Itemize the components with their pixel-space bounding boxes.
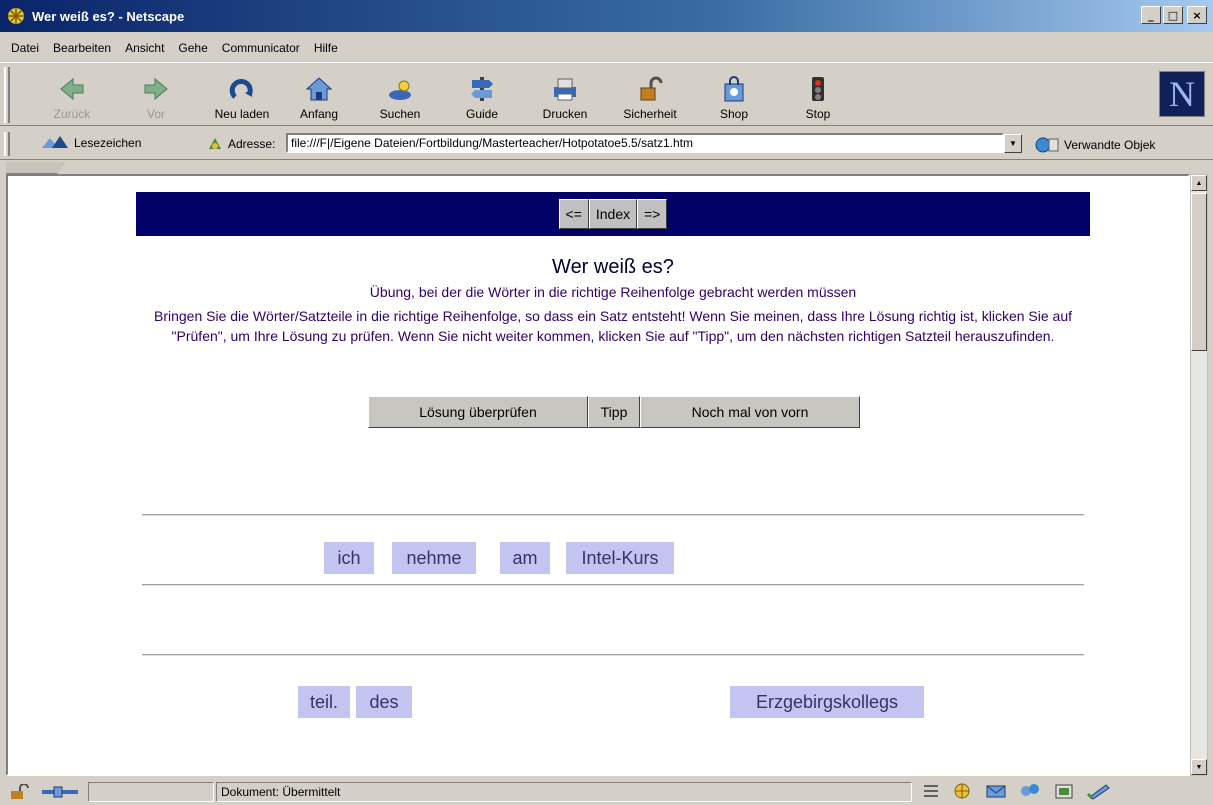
- back-label: Zurück: [53, 107, 91, 121]
- exercise-button-row: Lösung überprüfen Tipp Noch mal von vorn: [368, 396, 860, 428]
- prev-button[interactable]: <=: [558, 199, 589, 229]
- page-viewport: <= Index => Wer weiß es? Übung, bei der …: [6, 174, 1190, 776]
- guide-label: Guide: [465, 107, 499, 121]
- back-button[interactable]: Zurück: [38, 67, 106, 125]
- menu-bearbeiten[interactable]: Bearbeiten: [46, 41, 118, 55]
- reload-icon: [229, 79, 253, 99]
- mail-icon[interactable]: [984, 782, 1008, 800]
- forward-button[interactable]: Vor: [122, 67, 190, 125]
- bookmarks-button[interactable]: Lesezeichen: [40, 134, 141, 152]
- related-objects-button[interactable]: Verwandte Objek: [1034, 136, 1155, 154]
- bookmarks-label: Lesezeichen: [74, 136, 142, 150]
- pool-word[interactable]: teil.: [298, 686, 350, 718]
- address-input[interactable]: [286, 133, 1004, 153]
- security-lock-icon[interactable]: [8, 784, 30, 800]
- composer-icon[interactable]: [1052, 782, 1076, 800]
- page-proxy-icon[interactable]: [206, 136, 224, 152]
- toolbar-grip[interactable]: [4, 67, 10, 123]
- search-button[interactable]: Suchen: [366, 67, 434, 125]
- hint-button[interactable]: Tipp: [588, 396, 640, 428]
- lock-icon: [640, 76, 663, 101]
- list-icon[interactable]: [922, 783, 940, 799]
- navigator-icon[interactable]: [950, 782, 974, 800]
- answer-word[interactable]: Intel-Kurs: [566, 542, 674, 574]
- menu-hilfe[interactable]: Hilfe: [307, 41, 345, 55]
- title-bar: Wer weiß es? - Netscape _ □ ×: [0, 0, 1213, 32]
- search-label: Suchen: [379, 107, 421, 121]
- vertical-scrollbar[interactable]: ▲ ▼: [1190, 174, 1208, 776]
- check-answer-button[interactable]: Lösung überprüfen: [368, 396, 588, 428]
- shop-button[interactable]: Shop: [700, 67, 768, 125]
- status-text: Dokument: Übermittelt: [216, 782, 912, 802]
- menu-communicator[interactable]: Communicator: [215, 41, 307, 55]
- pool-word[interactable]: des: [356, 686, 412, 718]
- personal-toolbar-tab: [0, 162, 1213, 174]
- stop-label: Stop: [805, 107, 831, 121]
- security-label: Sicherheit: [623, 107, 677, 121]
- shop-label: Shop: [719, 107, 749, 121]
- status-bar: Dokument: Übermittelt: [0, 779, 1213, 805]
- answer-area-top-divider: [142, 514, 1084, 516]
- scroll-up-button[interactable]: ▲: [1191, 175, 1207, 191]
- menu-ansicht[interactable]: Ansicht: [118, 41, 171, 55]
- pool-word[interactable]: Erzgebirgskollegs: [730, 686, 924, 718]
- window-title: Wer weiß es? - Netscape: [32, 8, 185, 24]
- related-label: Verwandte Objek: [1064, 138, 1156, 152]
- scroll-down-button[interactable]: ▼: [1191, 759, 1207, 775]
- minimize-button[interactable]: _: [1141, 6, 1161, 24]
- menu-datei[interactable]: Datei: [4, 41, 46, 55]
- word-pool-divider: [142, 654, 1084, 656]
- netscape-logo[interactable]: N: [1159, 71, 1205, 117]
- print-label: Drucken: [542, 107, 588, 121]
- scroll-thumb[interactable]: [1191, 193, 1207, 351]
- home-label: Anfang: [299, 107, 339, 121]
- address-label: Adresse:: [228, 137, 276, 151]
- exercise-instructions: Bringen Sie die Wörter/Satzteile in die …: [153, 308, 1072, 344]
- bookmarks-icon: [42, 136, 68, 148]
- print-icon: [554, 78, 576, 101]
- forward-label: Vor: [146, 107, 165, 121]
- page-title: Wer weiß es?: [552, 256, 674, 278]
- home-icon: [305, 77, 333, 101]
- menu-bar: Datei Bearbeiten Ansicht Gehe Communicat…: [0, 38, 345, 58]
- stop-button[interactable]: Stop: [784, 67, 852, 125]
- groups-icon[interactable]: [1018, 782, 1042, 800]
- back-arrow-icon: [60, 77, 84, 101]
- component-bar: [922, 782, 1112, 800]
- home-button[interactable]: Anfang: [285, 67, 353, 125]
- navigation-toolbar: Zurück Vor Neu laden Anfang Suchen Guide…: [0, 62, 1213, 126]
- search-icon: [389, 80, 411, 100]
- security-button[interactable]: Sicherheit: [616, 67, 684, 125]
- print-button[interactable]: Drucken: [531, 67, 599, 125]
- answer-word[interactable]: nehme: [392, 542, 476, 574]
- maximize-button[interactable]: □: [1163, 6, 1183, 24]
- guide-button[interactable]: Guide: [448, 67, 516, 125]
- related-icon: [1035, 137, 1059, 153]
- progress-panel: [88, 782, 214, 802]
- restart-button[interactable]: Noch mal von vorn: [640, 396, 860, 428]
- address-label-group: Adresse:: [206, 136, 275, 152]
- reload-label: Neu laden: [214, 107, 270, 121]
- shop-icon: [724, 76, 744, 102]
- connection-icon: [42, 786, 78, 798]
- collapsed-toolbar-tab[interactable]: [6, 162, 66, 174]
- index-button[interactable]: Index: [588, 199, 638, 229]
- forward-arrow-icon: [144, 77, 168, 101]
- edit-pen-icon[interactable]: [1086, 782, 1112, 800]
- netscape-app-icon: [8, 8, 24, 24]
- close-button[interactable]: ×: [1187, 6, 1207, 24]
- exercise-subtitle: Übung, bei der die Wörter in die richtig…: [369, 284, 857, 300]
- next-button[interactable]: =>: [637, 199, 668, 229]
- answer-area-bottom-divider: [142, 584, 1084, 586]
- menu-gehe[interactable]: Gehe: [171, 41, 214, 55]
- reload-button[interactable]: Neu laden: [208, 67, 276, 125]
- stop-icon: [812, 77, 824, 101]
- location-bar: Lesezeichen Adresse: ▼ Verwandte Objek: [0, 128, 1213, 160]
- location-grip[interactable]: [4, 132, 10, 156]
- guide-icon: [471, 77, 493, 101]
- answer-word[interactable]: ich: [324, 542, 374, 574]
- exercise-nav-bar: <= Index =>: [136, 192, 1090, 236]
- address-dropdown-button[interactable]: ▼: [1004, 134, 1022, 153]
- answer-word[interactable]: am: [500, 542, 550, 574]
